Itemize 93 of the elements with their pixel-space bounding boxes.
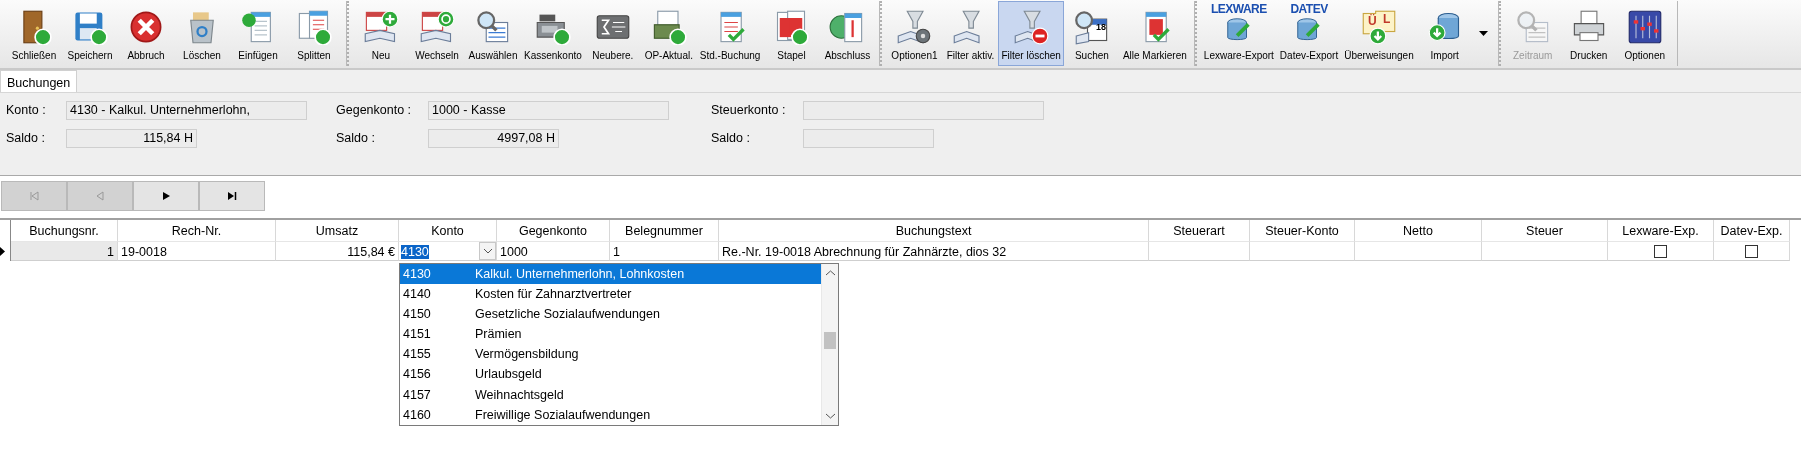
column-header[interactable]: Buchungstext xyxy=(719,220,1149,241)
toolbar-button[interactable]: Filter aktiv. xyxy=(942,1,999,66)
chevron-down-icon[interactable] xyxy=(826,413,835,419)
toolbar-button[interactable]: LEXWARE Lexware-Export xyxy=(1200,1,1277,66)
table-cell: 1 xyxy=(11,241,118,261)
toolbar-button[interactable]: Optionen1 xyxy=(886,1,943,66)
chevron-up-icon[interactable] xyxy=(826,270,835,276)
toolbar-button[interactable]: Stapel xyxy=(763,1,820,66)
field-label: Saldo : xyxy=(336,130,376,148)
letter: Ü xyxy=(1366,14,1378,28)
toolbar-button[interactable]: Std.-Buchung xyxy=(696,1,764,66)
field-label: Saldo : xyxy=(6,130,46,148)
tab[interactable]: Buchungen xyxy=(0,70,78,92)
balance-field: 115,84 H xyxy=(66,129,197,148)
account-field: 4130 - Kalkul. Unternehmerlohn, xyxy=(66,101,307,120)
toolbar-button[interactable]: Optionen xyxy=(1616,1,1673,66)
field-label: Konto : xyxy=(6,102,47,120)
toolbar-button[interactable]: Abbruch xyxy=(118,1,174,66)
column-header[interactable]: Steuer-Konto xyxy=(1250,220,1355,241)
calendar-plus-icon xyxy=(363,9,399,45)
toolbar-button[interactable]: Ü L Überweisungen xyxy=(1341,1,1417,66)
dropdown-item[interactable]: 4155 Vermögensbildung xyxy=(400,344,821,365)
dropdown-item[interactable]: 4160 Freiwillige Sozialaufwendungen xyxy=(400,404,821,425)
toolbar-button[interactable]: Splitten xyxy=(286,1,342,66)
dropdown-item[interactable]: 4157 Weihnachtsgeld xyxy=(400,384,821,405)
mixer-icon xyxy=(1626,9,1663,45)
scroll-thumb[interactable] xyxy=(824,332,836,349)
field-label: Steuerkonto : xyxy=(711,102,787,120)
balance-field: 4997,08 H xyxy=(428,129,559,148)
table-cell: 19-0018 xyxy=(118,241,276,261)
table-cell: 115,84 € xyxy=(276,241,399,261)
cancel-icon xyxy=(128,9,164,45)
toolbar-button[interactable]: Abschluss xyxy=(819,1,876,66)
funnel-remove-icon xyxy=(1013,9,1050,45)
column-header[interactable]: Steuer xyxy=(1482,220,1608,241)
dropdown-item[interactable]: 4140 Kosten für Zahnarztvertreter xyxy=(400,284,821,305)
scrollbar[interactable] xyxy=(821,264,838,425)
checkbox[interactable] xyxy=(1654,245,1667,258)
toolbar-button[interactable]: Drucken xyxy=(1560,1,1617,66)
last-icon xyxy=(227,191,237,201)
dropdown-item[interactable]: 4151 Prämien xyxy=(400,324,821,345)
field-label: Saldo : xyxy=(711,130,751,148)
magnifier-calendar-icon xyxy=(1514,9,1551,45)
first-icon xyxy=(29,191,39,201)
account-field: 1000 - Kasse xyxy=(428,101,669,120)
calendar-refresh-icon xyxy=(419,9,455,45)
dropdown-item[interactable]: 4150 Gesetzliche Sozialaufwendungen xyxy=(400,304,821,325)
toolbar-button[interactable]: 18 Suchen xyxy=(1063,1,1120,66)
toolbar-button[interactable]: Auswählen xyxy=(465,1,521,66)
toolbar-button[interactable]: Neubere. xyxy=(584,1,641,66)
magnifier-calendar-icon xyxy=(475,9,511,45)
toolbar-button[interactable]: Schließen xyxy=(6,1,62,66)
previous-icon xyxy=(95,191,105,201)
toolbar-button[interactable]: Alle Markieren xyxy=(1119,1,1190,66)
combo-field[interactable]: 4130 xyxy=(401,245,429,259)
column-header[interactable]: Konto xyxy=(399,220,497,241)
toolbar-button[interactable]: Speichern xyxy=(62,1,118,66)
table-cell: 1000 xyxy=(497,241,610,261)
day-number: 18 xyxy=(1095,21,1106,34)
toolbar-button[interactable]: Kassenkonto xyxy=(521,1,585,66)
table-cell: 1 xyxy=(610,241,719,261)
floppy-disk-icon xyxy=(72,9,108,45)
letter: L xyxy=(1381,12,1392,26)
column-header[interactable]: Steuerart xyxy=(1149,220,1250,241)
next-icon xyxy=(161,191,171,201)
column-header[interactable]: Belegnummer xyxy=(610,220,719,241)
logo-text: DATEV xyxy=(1290,3,1328,15)
dropdown-item[interactable]: 4130 Kalkul. Unternehmerlohn, Lohnkosten xyxy=(400,264,821,285)
toolbar-button[interactable]: Filter löschen xyxy=(998,1,1064,66)
toolbar-button[interactable]: Import xyxy=(1416,1,1473,66)
column-header[interactable]: Datev-Exp. xyxy=(1714,220,1790,241)
toolbar-button[interactable]: DATEV Datev-Export xyxy=(1276,1,1342,66)
field-label: Gegenkonto : xyxy=(336,102,413,120)
column-header[interactable]: Umsatz xyxy=(276,220,399,241)
column-header[interactable]: Lexware-Exp. xyxy=(1608,220,1714,241)
caret-icon[interactable] xyxy=(1478,31,1488,36)
chevron-down-icon xyxy=(483,248,492,254)
toolbar-button[interactable]: Einfügen xyxy=(230,1,286,66)
column-header[interactable]: Rech-Nr. xyxy=(118,220,276,241)
funnel-gear-icon xyxy=(896,9,933,45)
toolbar-button[interactable]: OP-Aktual. xyxy=(640,1,697,66)
dropdown-item[interactable]: 4156 Urlaubsgeld xyxy=(400,364,821,385)
checkbox[interactable] xyxy=(1745,245,1758,258)
logo-text: LEXWARE xyxy=(1210,3,1267,15)
toolbar-button[interactable]: Löschen xyxy=(174,1,230,66)
documents-icon xyxy=(296,9,332,45)
table-cell: Re.-Nr. 19-0018 Abrechnung für Zahnärzte, dios 32 xyxy=(719,241,1149,261)
magnifier-calendar-icon xyxy=(1073,9,1110,45)
toolbar-button[interactable]: Neu xyxy=(353,1,409,66)
toolbar-button[interactable]: Wechseln xyxy=(409,1,465,66)
column-header[interactable]: Gegenkonto xyxy=(497,220,610,241)
dropdown-button[interactable] xyxy=(479,242,496,260)
column-header[interactable]: Netto xyxy=(1355,220,1482,241)
